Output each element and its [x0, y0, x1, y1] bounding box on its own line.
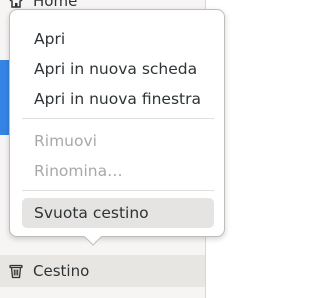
- menu-item-open-new-window[interactable]: Apri in nuova finestra: [22, 84, 214, 114]
- context-menu: Apri Apri in nuova scheda Apri in nuova …: [9, 9, 225, 237]
- sidebar-item-label: Cestino: [33, 262, 90, 280]
- menu-item-rename: Rinomina…: [34, 162, 123, 180]
- menu-separator: [22, 190, 214, 191]
- sidebar-item-trash[interactable]: Cestino: [0, 255, 205, 287]
- trash-icon: [7, 262, 25, 280]
- menu-item-remove: Rimuovi: [34, 132, 97, 150]
- menu-item-open[interactable]: Apri: [22, 24, 214, 54]
- menu-item-empty-trash[interactable]: Svuota cestino: [22, 198, 214, 228]
- popover-arrow: [84, 235, 102, 246]
- menu-item-open-new-tab[interactable]: Apri in nuova scheda: [22, 54, 214, 84]
- menu-separator: [22, 118, 214, 119]
